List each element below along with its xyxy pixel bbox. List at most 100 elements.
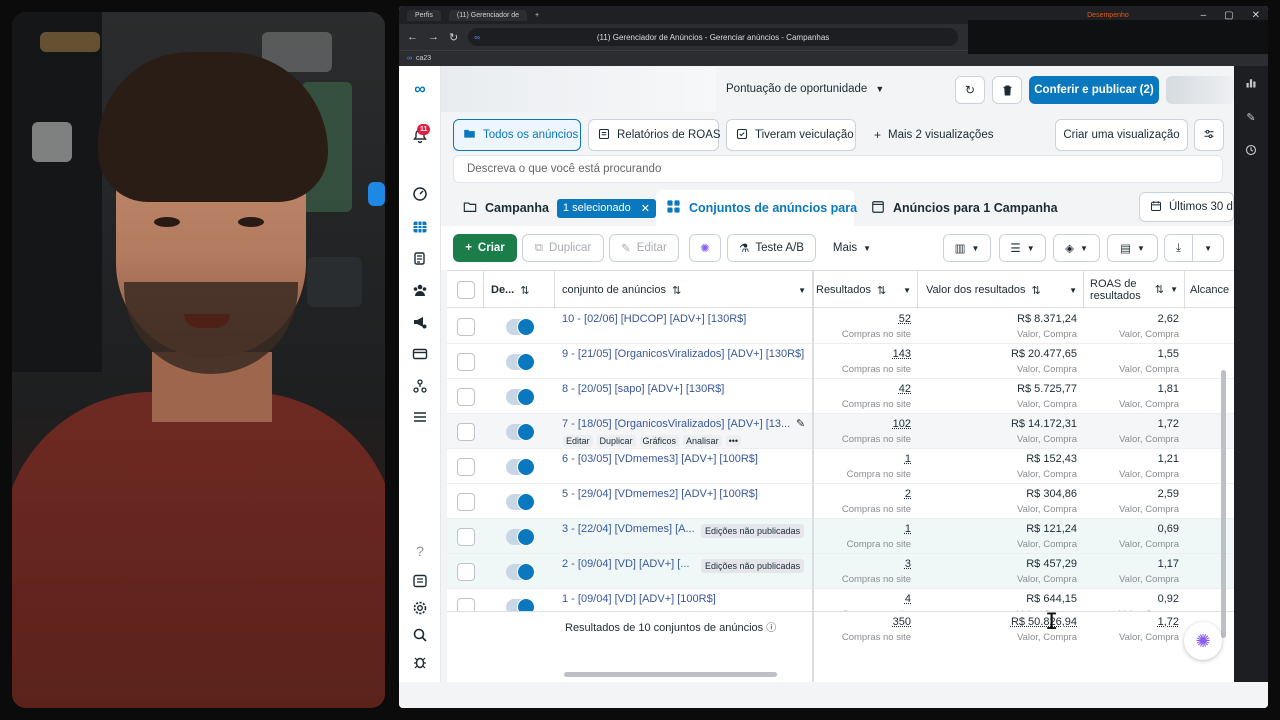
view-had-delivery[interactable]: Tiveram veiculação xyxy=(726,119,856,151)
row-checkbox[interactable] xyxy=(457,388,475,406)
ad-set-name-link[interactable]: 9 - [21/05] [OrganicosViralizados] [ADV+… xyxy=(562,348,804,360)
back-icon[interactable]: ← xyxy=(407,31,418,43)
info-icon[interactable]: ⓘ xyxy=(766,623,776,634)
debug-bug-icon[interactable] xyxy=(410,652,430,672)
row-analyze-button[interactable]: Analisar xyxy=(683,435,722,447)
opportunity-score-dropdown[interactable]: Pontuação de oportunidade ▼ xyxy=(726,83,884,95)
results-value[interactable]: 52 xyxy=(899,313,911,325)
reports-dropdown[interactable]: ▤ ▼ xyxy=(1107,234,1158,262)
row-checkbox[interactable] xyxy=(457,353,475,371)
results-value[interactable]: 4 xyxy=(905,593,911,605)
create-button[interactable]: + Criar xyxy=(453,234,517,262)
menu-hamburger-icon[interactable] xyxy=(410,407,430,427)
results-value[interactable]: 1 xyxy=(905,453,911,465)
delivery-toggle[interactable] xyxy=(506,318,535,336)
audiences-icon[interactable] xyxy=(410,280,430,300)
documents-icon[interactable] xyxy=(410,249,430,269)
results-value[interactable]: 2 xyxy=(905,488,911,500)
row-duplicate-button[interactable]: Duplicar xyxy=(596,435,636,447)
layers-dropdown[interactable]: ◈ ▼ xyxy=(1053,234,1100,262)
ad-set-name-link[interactable]: 6 - [03/05] [VDmemes3] [ADV+] [100R$] xyxy=(562,453,758,465)
column-ad-set-name[interactable]: conjunto de anúncios ⇅ ▼ xyxy=(562,271,812,309)
row-checkbox[interactable] xyxy=(457,528,475,546)
row-checkbox[interactable] xyxy=(457,423,475,441)
history-clock-icon[interactable] xyxy=(1244,143,1258,157)
review-and-publish-button[interactable]: Conferir e publicar (2) xyxy=(1029,76,1159,104)
ad-set-name-link[interactable]: 3 - [22/04] [VDmemes] [A... xyxy=(562,523,695,535)
create-view-button[interactable]: Criar uma visualização xyxy=(1055,119,1188,151)
export-dropdown[interactable]: ⤓ ▼ xyxy=(1164,234,1224,262)
column-delivery[interactable]: De... ⇅ xyxy=(491,271,555,309)
more-dropdown[interactable]: Mais ▼ xyxy=(822,234,882,262)
edit-button[interactable]: ✎ Editar xyxy=(609,234,679,262)
clear-selection-icon[interactable]: ✕ xyxy=(641,202,650,215)
results-value[interactable]: 42 xyxy=(899,383,911,395)
row-checkbox[interactable] xyxy=(457,493,475,511)
date-range-picker[interactable]: Últimos 30 di xyxy=(1139,192,1234,222)
tab-ads[interactable]: Anúncios para 1 Campanha xyxy=(861,190,1058,226)
column-roas[interactable]: ROAS de resultados ⇅ ▼ xyxy=(1090,271,1184,309)
ad-set-name-link[interactable]: 1 - [09/04] [VD] [ADV+] [100R$] xyxy=(562,593,716,605)
column-results-value[interactable]: Valor dos resultados ⇅ ▼ xyxy=(926,271,1083,309)
ai-assistant-button[interactable]: ✺ xyxy=(689,234,721,262)
row-checkbox[interactable] xyxy=(457,563,475,581)
tab-ad-sets[interactable]: Conjuntos de anúncios para xyxy=(656,190,857,226)
vertical-scrollbar[interactable] xyxy=(1221,370,1226,638)
select-all-checkbox[interactable] xyxy=(457,271,475,309)
results-value[interactable]: 143 xyxy=(893,348,911,360)
bookmark-ca23[interactable]: ca23 xyxy=(416,55,431,62)
minimize-button[interactable]: – xyxy=(1201,10,1207,21)
reload-icon[interactable]: ↻ xyxy=(449,31,458,44)
delivery-toggle[interactable] xyxy=(506,563,535,581)
delivery-toggle[interactable] xyxy=(506,528,535,546)
billing-card-icon[interactable] xyxy=(410,344,430,364)
breakdown-dropdown[interactable]: ☰ ▼ xyxy=(999,234,1046,262)
tab-perfis[interactable]: Perfis xyxy=(407,9,441,21)
results-value[interactable]: 102 xyxy=(893,418,911,430)
more-views-button[interactable]: + Mais 2 visualizações xyxy=(864,119,994,151)
delivery-toggle[interactable] xyxy=(506,353,535,371)
table-row[interactable]: 7 - [18/05] [OrganicosViralizados] [ADV+… xyxy=(447,414,1234,449)
selection-chip[interactable]: 1 selecionado ✕ xyxy=(556,198,657,218)
search-input[interactable]: Descreva o que você está procurando xyxy=(453,155,1223,183)
ad-set-name-link[interactable]: 10 - [02/06] [HDCOP] [ADV+] [130R$] xyxy=(562,313,746,325)
table-row[interactable]: 3 - [22/04] [VDmemes] [A... Edições não p… xyxy=(447,519,1234,554)
search-icon[interactable] xyxy=(410,625,430,645)
table-row[interactable]: 9 - [21/05] [OrganicosViralizados] [ADV+… xyxy=(447,344,1234,379)
meta-logo-icon[interactable]: ∞ xyxy=(410,80,430,100)
delivery-toggle[interactable] xyxy=(506,423,535,441)
delivery-toggle[interactable] xyxy=(506,493,535,511)
results-value[interactable]: 3 xyxy=(905,558,911,570)
ab-test-button[interactable]: ⚗ Teste A/B xyxy=(727,234,816,262)
dashboard-gauge-icon[interactable] xyxy=(410,184,430,204)
bar-chart-icon[interactable] xyxy=(1244,76,1258,90)
table-row[interactable]: 10 - [02/06] [HDCOP] [ADV+] [130R$] 52 Com… xyxy=(447,309,1234,344)
url-field[interactable]: ∞ (11) Gerenciador de Anúncios - Gerenci… xyxy=(468,28,958,46)
row-more-button[interactable]: ••• xyxy=(725,435,742,447)
ad-set-name-link[interactable]: 8 - [20/05] [sapo] [ADV+] [130R$] xyxy=(562,383,724,395)
ai-assistant-floating-button[interactable]: ✺ xyxy=(1184,622,1222,660)
ad-set-name-link[interactable]: 2 - [09/04] [VD] [ADV+] [... xyxy=(562,558,689,570)
report-icon[interactable] xyxy=(410,571,430,591)
ad-set-name-link[interactable]: 5 - [29/04] [VDmemes2] [ADV+] [100R$] xyxy=(562,488,758,500)
row-edit-button[interactable]: Editar xyxy=(563,435,593,447)
maximize-button[interactable]: ▢ xyxy=(1224,10,1233,21)
row-charts-button[interactable]: Gráficos xyxy=(639,435,680,447)
delivery-toggle[interactable] xyxy=(506,388,535,406)
ad-set-name-link[interactable]: 7 - [18/05] [OrganicosViralizados] [ADV+… xyxy=(562,418,790,430)
view-settings-button[interactable] xyxy=(1194,119,1224,151)
row-checkbox[interactable] xyxy=(457,458,475,476)
network-icon[interactable] xyxy=(410,376,430,396)
column-results[interactable]: Resultados ⇅ ▼ xyxy=(816,271,917,309)
megaphone-settings-icon[interactable] xyxy=(410,312,430,332)
settings-gear-icon[interactable] xyxy=(410,598,430,618)
pencil-icon[interactable]: ✎ xyxy=(1244,110,1258,124)
table-row[interactable]: 8 - [20/05] [sapo] [ADV+] [130R$] 42 Compr… xyxy=(447,379,1234,414)
tab-campaigns[interactable]: Campanha 1 selecionado ✕ xyxy=(453,190,657,226)
row-checkbox[interactable] xyxy=(457,318,475,336)
view-all-ads[interactable]: Todos os anúncios xyxy=(453,119,581,151)
new-tab-button[interactable]: + xyxy=(535,12,539,19)
horizontal-scrollbar[interactable] xyxy=(564,672,777,677)
refresh-button[interactable]: ↻ xyxy=(955,76,985,104)
delivery-toggle[interactable] xyxy=(506,458,535,476)
